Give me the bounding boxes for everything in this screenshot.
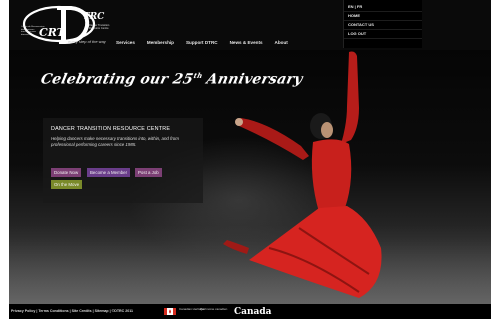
nav-support[interactable]: Support DTRC xyxy=(186,40,218,45)
on-the-move-button[interactable]: On the Move xyxy=(51,180,83,189)
page-frame: TRC CRT Centre de Reconversion des Danse… xyxy=(9,0,491,319)
logo-small-right: Dancer Transition Resource Centre xyxy=(89,24,110,30)
nav-services[interactable]: Services xyxy=(116,40,135,45)
language-toggle[interactable]: EN | FR xyxy=(344,3,422,12)
logo-small-left: Centre de Reconversion des Danseurs tran… xyxy=(21,26,45,36)
logo-text-top: TRC xyxy=(83,12,105,22)
hero-title-prefix: Celebrating our 25 xyxy=(39,71,195,88)
utility-menu: EN | FR HOME CONTACT US LOG OUT xyxy=(343,0,422,48)
dancer-image xyxy=(209,48,409,304)
become-member-button[interactable]: Become a Member xyxy=(87,168,131,177)
main-nav: Services Membership Support DTRC News & … xyxy=(116,40,300,45)
footer: Privacy Policy | Terms Conditions | Site… xyxy=(9,304,491,319)
org-name: DANCER TRANSITION RESOURCE CENTRE xyxy=(51,126,171,132)
post-job-button[interactable]: Post a Job xyxy=(135,168,162,177)
logo-tagline: every step of the way xyxy=(68,39,106,44)
nav-membership[interactable]: Membership xyxy=(147,40,174,45)
canada-wordmark: Canada xyxy=(234,307,272,317)
info-panel: DANCER TRANSITION RESOURCE CENTRE Helpin… xyxy=(43,118,203,203)
nav-about[interactable]: About xyxy=(275,40,288,45)
donate-now-button[interactable]: Donate Now xyxy=(51,168,82,177)
canada-flag-icon xyxy=(164,308,176,315)
utility-logout-link[interactable]: LOG OUT xyxy=(344,30,422,39)
utility-contact-link[interactable]: CONTACT US xyxy=(344,21,422,30)
dept-name-fr: Patrimoine canadien xyxy=(200,307,228,311)
footer-links[interactable]: Privacy Policy | Terms Conditions | Site… xyxy=(11,309,133,313)
nav-news-events[interactable]: News & Events xyxy=(230,40,263,45)
org-description: Helping dancers make necessary transitio… xyxy=(51,136,179,147)
utility-home-link[interactable]: HOME xyxy=(344,12,422,21)
